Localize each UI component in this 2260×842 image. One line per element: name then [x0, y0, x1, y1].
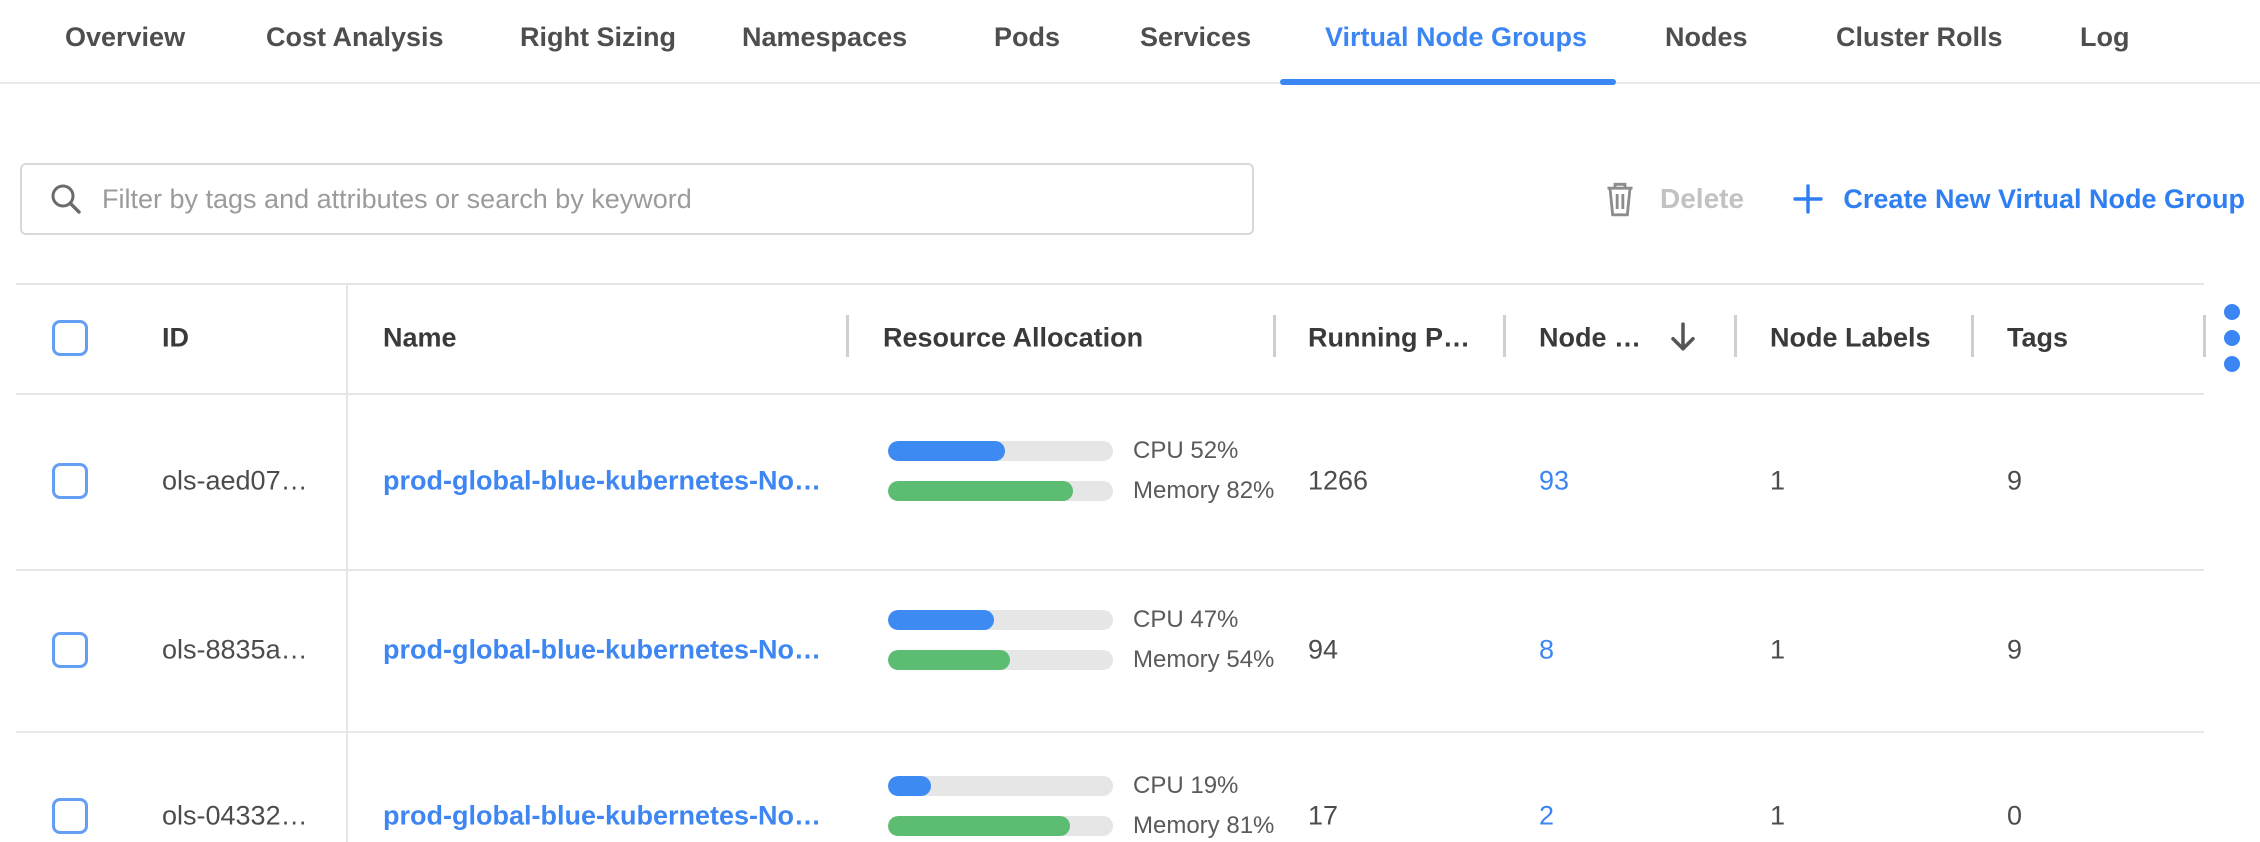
tab-log[interactable]: Log — [2080, 22, 2129, 53]
column-settings-kebab-icon[interactable] — [2224, 304, 2240, 372]
column-header-node-labels[interactable]: Node Labels — [1770, 323, 1931, 354]
tab-cluster-rolls[interactable]: Cluster Rolls — [1836, 22, 2003, 53]
memory-bar — [888, 481, 1113, 501]
delete-label: Delete — [1660, 183, 1744, 215]
tab-overview[interactable]: Overview — [65, 22, 185, 53]
column-header-resource-allocation[interactable]: Resource Allocation — [883, 323, 1143, 354]
create-vng-label: Create New Virtual Node Group — [1843, 184, 2245, 215]
cpu-bar — [888, 776, 1113, 796]
trash-icon — [1600, 177, 1640, 221]
tab-cost-analysis[interactable]: Cost Analysis — [266, 22, 444, 53]
row-checkbox[interactable] — [52, 463, 88, 499]
create-vng-button[interactable]: Create New Virtual Node Group — [1791, 163, 2245, 235]
cpu-bar — [888, 610, 1113, 630]
cpu-bar — [888, 441, 1113, 461]
row-checkbox[interactable] — [52, 798, 88, 834]
tab-pods[interactable]: Pods — [994, 22, 1060, 53]
resource-allocation-cell: CPU 52% Memory 82% — [888, 436, 1274, 506]
column-header-id[interactable]: ID — [162, 323, 189, 354]
column-header-nodes[interactable]: Node … — [1539, 323, 1641, 354]
vng-name-link[interactable]: prod-global-blue-kubernetes-No… — [383, 635, 821, 666]
memory-label: Memory 81% — [1133, 812, 1274, 840]
node-labels-count: 1 — [1770, 801, 1785, 832]
tab-namespaces[interactable]: Namespaces — [742, 22, 907, 53]
tags-count: 0 — [2007, 801, 2022, 832]
resource-allocation-cell: CPU 47% Memory 54% — [888, 605, 1274, 675]
tags-count: 9 — [2007, 466, 2022, 497]
tab-right-sizing[interactable]: Right Sizing — [520, 22, 676, 53]
row-checkbox[interactable] — [52, 632, 88, 668]
filter-search-box[interactable] — [20, 163, 1254, 235]
tab-virtual-node-groups[interactable]: Virtual Node Groups — [1325, 22, 1587, 53]
table-row: ols-04332… prod-global-blue-kubernetes-N… — [0, 731, 2260, 842]
vng-id: ols-aed07… — [162, 466, 308, 497]
memory-label: Memory 54% — [1133, 646, 1274, 674]
vng-name-link[interactable]: prod-global-blue-kubernetes-No… — [383, 466, 821, 497]
running-pods-count: 1266 — [1308, 466, 1368, 497]
nodes-count-link[interactable]: 93 — [1539, 466, 1569, 497]
column-header-running-pods[interactable]: Running P… — [1308, 323, 1470, 354]
delete-button[interactable]: Delete — [1600, 163, 1744, 235]
nodes-count-link[interactable]: 8 — [1539, 635, 1554, 666]
node-labels-count: 1 — [1770, 635, 1785, 666]
running-pods-count: 17 — [1308, 801, 1338, 832]
vng-id: ols-8835a… — [162, 635, 308, 666]
select-all-checkbox[interactable] — [52, 320, 88, 356]
search-input[interactable] — [102, 169, 1238, 229]
memory-bar — [888, 816, 1113, 836]
vng-id: ols-04332… — [162, 801, 308, 832]
table-row: ols-aed07… prod-global-blue-kubernetes-N… — [0, 393, 2260, 569]
column-header-name[interactable]: Name — [383, 323, 457, 354]
resource-allocation-cell: CPU 19% Memory 81% — [888, 771, 1274, 841]
active-tab-underline — [1280, 79, 1616, 85]
cpu-label: CPU 47% — [1133, 606, 1238, 634]
memory-bar — [888, 650, 1113, 670]
plus-icon — [1791, 182, 1825, 216]
tab-services[interactable]: Services — [1140, 22, 1251, 53]
cpu-label: CPU 19% — [1133, 772, 1238, 800]
virtual-node-groups-page: Overview Cost Analysis Right Sizing Name… — [0, 0, 2260, 842]
running-pods-count: 94 — [1308, 635, 1338, 666]
tab-nodes[interactable]: Nodes — [1665, 22, 1748, 53]
table-row: ols-8835a… prod-global-blue-kubernetes-N… — [0, 569, 2260, 731]
node-labels-count: 1 — [1770, 466, 1785, 497]
table-header: ID Name Resource Allocation Running P… N… — [0, 283, 2260, 393]
tab-bar: Overview Cost Analysis Right Sizing Name… — [0, 0, 2260, 84]
sort-desc-arrow-icon[interactable] — [1664, 318, 1702, 358]
cpu-label: CPU 52% — [1133, 437, 1238, 465]
search-icon — [48, 181, 84, 217]
vng-name-link[interactable]: prod-global-blue-kubernetes-No… — [383, 801, 821, 832]
memory-label: Memory 82% — [1133, 477, 1274, 505]
column-header-tags[interactable]: Tags — [2007, 323, 2068, 354]
nodes-count-link[interactable]: 2 — [1539, 801, 1554, 832]
tags-count: 9 — [2007, 635, 2022, 666]
